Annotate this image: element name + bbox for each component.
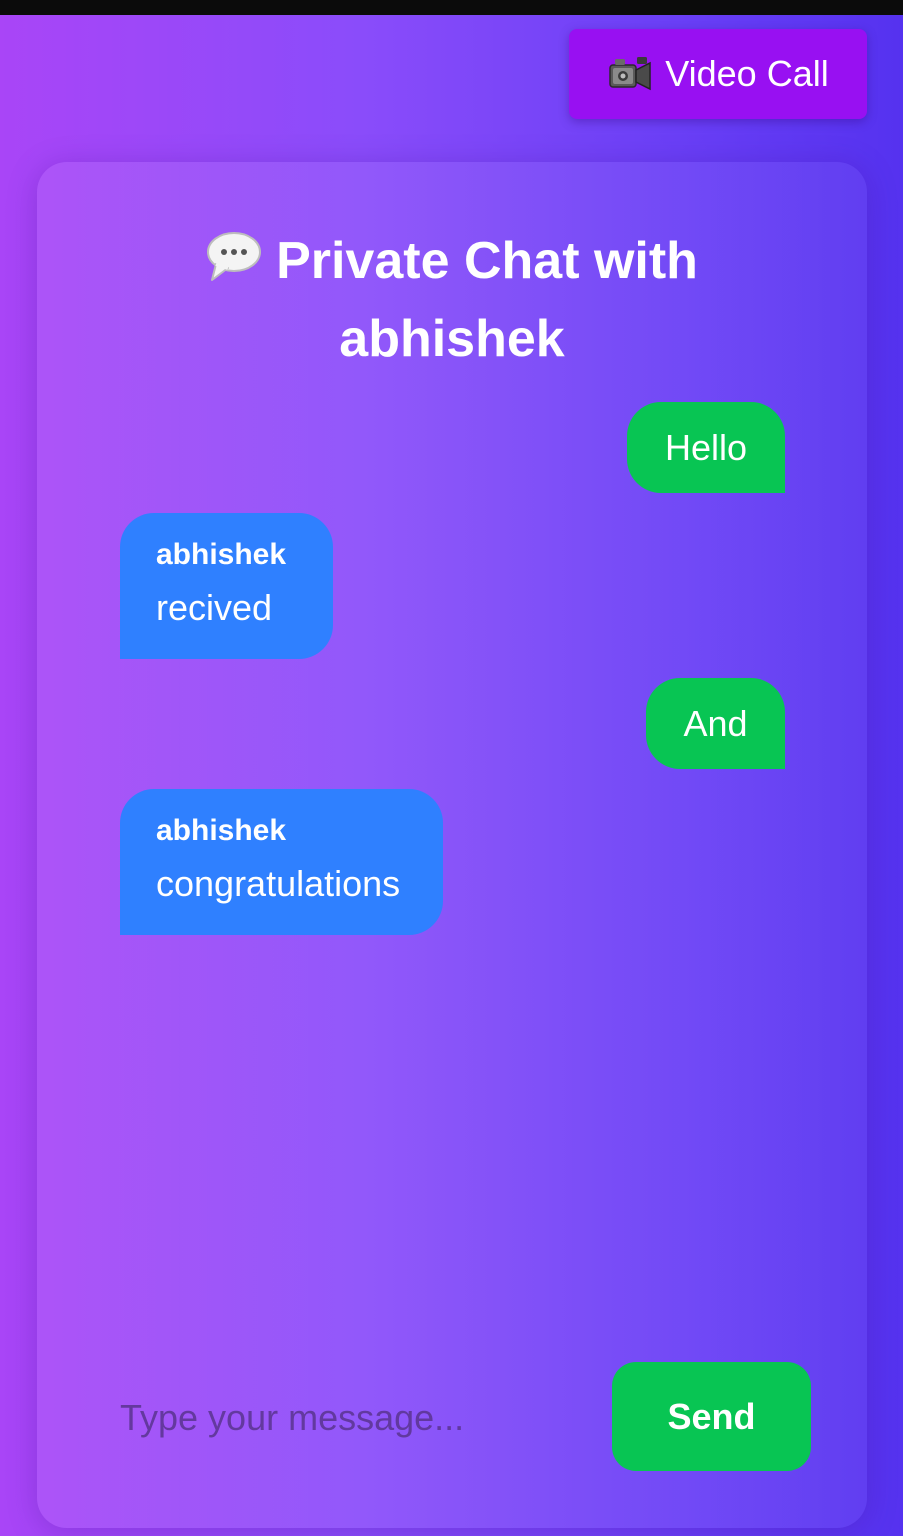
message-received: abhishek recived xyxy=(120,513,333,659)
chat-title-username: abhishek xyxy=(339,310,565,368)
message-text: And xyxy=(683,702,748,744)
video-camera-icon xyxy=(607,54,653,94)
video-call-label: Video Call xyxy=(665,53,829,94)
message-text: congratulations xyxy=(156,863,401,904)
video-call-button[interactable]: Video Call xyxy=(569,29,867,119)
send-button[interactable]: Send xyxy=(612,1362,811,1471)
chat-title-text-line1: Private Chat with xyxy=(276,232,698,290)
status-bar xyxy=(0,0,903,15)
message-text: Hello xyxy=(664,426,748,468)
message-sender: abhishek xyxy=(156,814,287,847)
message-input[interactable] xyxy=(120,1390,590,1446)
message-sender: abhishek xyxy=(156,538,287,571)
message-text: recived xyxy=(156,587,273,628)
message-received: abhishek congratulations xyxy=(120,789,443,935)
chat-title: Private Chat with abhishek xyxy=(37,224,867,376)
message-sent: And xyxy=(646,678,785,769)
message-sent: Hello xyxy=(627,402,785,493)
speech-bubble-icon xyxy=(206,228,262,302)
chat-panel: Private Chat with abhishek Hello abhishe… xyxy=(37,162,867,1528)
